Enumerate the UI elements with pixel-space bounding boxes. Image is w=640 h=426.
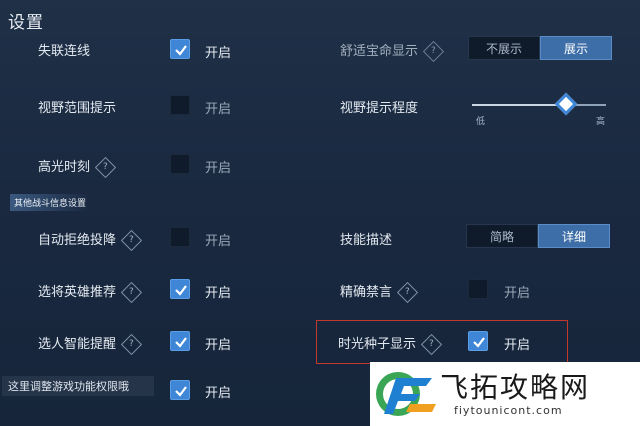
- setting-label-time-seed: 时光种子显示?: [338, 333, 443, 356]
- setting-label-auto-refuse-surrender: 自动拒绝投降?: [38, 229, 143, 252]
- checkbox-precise-mute[interactable]: [468, 279, 488, 299]
- setting-label-skill-desc: 技能描述: [340, 233, 393, 248]
- checkbox-hero-recommend[interactable]: [170, 279, 190, 299]
- setting-label-hero-recommend: 选将英雄推荐?: [38, 281, 143, 304]
- option-detailed[interactable]: 详细: [538, 224, 610, 248]
- help-icon[interactable]: ?: [422, 40, 445, 63]
- help-icon[interactable]: ?: [120, 229, 143, 252]
- checkbox-lost-connection[interactable]: [170, 39, 190, 59]
- watermark-logo-icon: [374, 364, 440, 424]
- state-label: 开启: [205, 286, 232, 301]
- checkbox-vision-range[interactable]: [170, 95, 190, 115]
- help-icon[interactable]: ?: [396, 281, 419, 304]
- setting-label-highlight-moment: 高光时刻?: [38, 156, 117, 179]
- checkbox-highlight-moment[interactable]: [170, 154, 190, 174]
- setting-label-text: 舒适宝命显示: [340, 44, 419, 59]
- section-header: 其他战斗信息设置: [10, 194, 91, 211]
- comfort-display-toggle: 不展示 展示: [468, 36, 612, 60]
- checkbox-game-permission[interactable]: [170, 380, 190, 400]
- setting-label-vision-range: 视野范围提示: [38, 101, 117, 116]
- skill-desc-toggle: 简略 详细: [466, 224, 610, 248]
- setting-label-text: 自动拒绝投降: [38, 233, 117, 248]
- help-icon[interactable]: ?: [120, 333, 143, 356]
- state-label: 开启: [205, 161, 232, 176]
- help-icon[interactable]: ?: [420, 333, 443, 356]
- option-brief[interactable]: 简略: [466, 224, 538, 248]
- vision-slider-thumb[interactable]: [554, 92, 578, 116]
- setting-label-text: 高光时刻: [38, 160, 91, 175]
- checkbox-time-seed[interactable]: [468, 331, 488, 351]
- state-label: 开启: [205, 386, 232, 401]
- slider-min-label: 低: [476, 117, 486, 127]
- setting-label-vision-level: 视野提示程度: [340, 101, 419, 116]
- option-show[interactable]: 展示: [540, 36, 612, 60]
- slider-max-label: 高: [596, 117, 606, 127]
- checkbox-auto-refuse-surrender[interactable]: [170, 227, 190, 247]
- state-label: 开启: [205, 338, 232, 353]
- state-label: 开启: [205, 46, 232, 61]
- state-label: 开启: [504, 286, 531, 301]
- option-hide[interactable]: 不展示: [468, 36, 540, 60]
- setting-label-smart-reminder: 选人智能提醒?: [38, 333, 143, 356]
- setting-label-lost-connection: 失联连线: [38, 44, 91, 59]
- page-title: 设置: [8, 13, 44, 33]
- checkbox-smart-reminder[interactable]: [170, 331, 190, 351]
- setting-label-text: 选将英雄推荐: [38, 285, 117, 300]
- help-icon[interactable]: ?: [120, 281, 143, 304]
- vision-slider-fill: [472, 104, 566, 106]
- tooltip: 这里调整游戏功能权限哦: [2, 376, 154, 396]
- setting-label-precise-mute: 精确禁言?: [340, 281, 419, 304]
- setting-label-text: 时光种子显示: [338, 337, 417, 352]
- watermark-name: 飞拓攻略网: [440, 371, 591, 404]
- state-label: 开启: [205, 234, 232, 249]
- setting-label-text: 选人智能提醒: [38, 337, 117, 352]
- state-label: 开启: [504, 338, 531, 353]
- watermark-url: fiytounicont.com: [454, 404, 563, 417]
- setting-label-comfort-display: 舒适宝命显示?: [340, 40, 445, 63]
- help-icon[interactable]: ?: [94, 156, 117, 179]
- setting-label-text: 精确禁言: [340, 285, 393, 300]
- state-label: 开启: [205, 102, 232, 117]
